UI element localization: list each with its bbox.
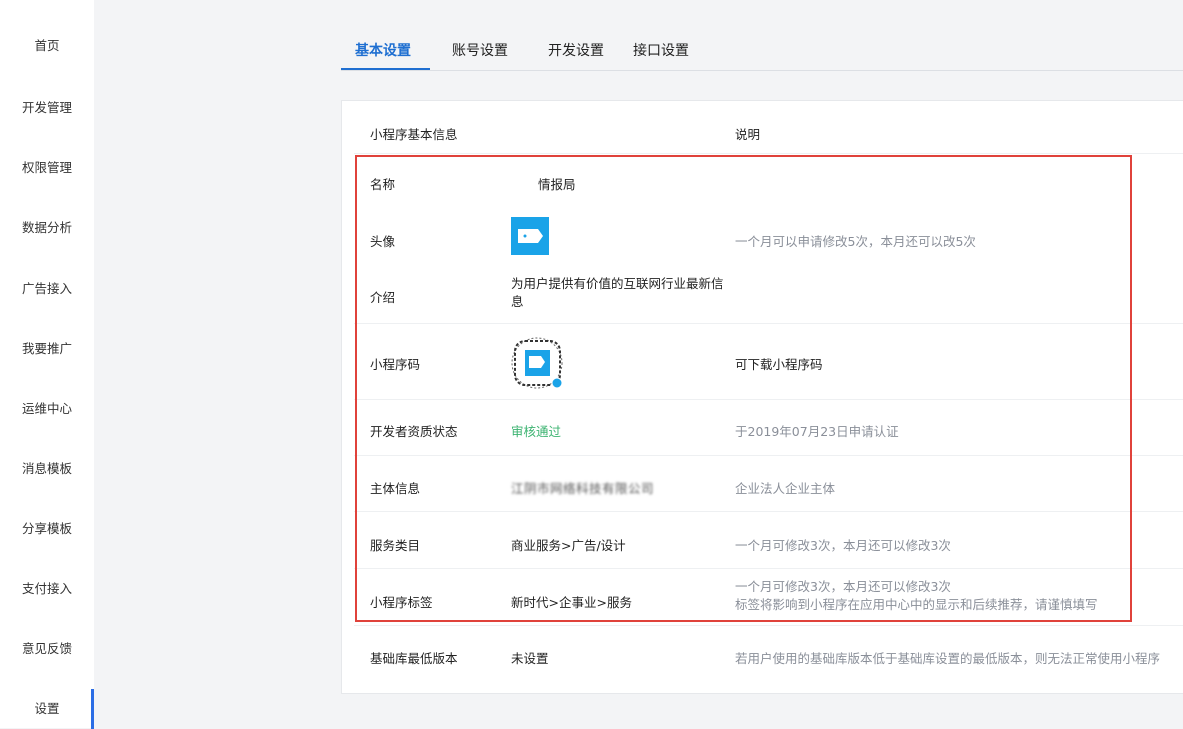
sidebar-item-feedback[interactable]: 意见反馈 [0, 635, 94, 663]
qualification-note: 于2019年07月23日申请认证 [735, 424, 899, 439]
row-label-service: 服务类目 [370, 538, 421, 553]
sidebar-item-promotion[interactable]: 我要推广 [0, 335, 94, 363]
row-label-name: 名称 [370, 177, 396, 192]
tags-note-line1: 一个月可修改3次，本月还可以修改3次 [735, 579, 951, 594]
row-label-qualification: 开发者资质状态 [370, 424, 458, 439]
active-tab-indicator [341, 68, 430, 70]
mini-program-code-icon[interactable] [511, 337, 564, 389]
sidebar-item-payment[interactable]: 支付接入 [0, 575, 94, 603]
baselib-note: 若用户使用的基础库版本低于基础库设置的最低版本，则无法正常使用小程序 [735, 651, 1161, 666]
tab-api-settings[interactable]: 接口设置 [633, 40, 689, 60]
divider [354, 153, 1183, 154]
divider [354, 323, 1183, 324]
divider [354, 568, 1183, 569]
settings-tabs: 基本设置 账号设置 开发设置 接口设置 [341, 30, 1183, 71]
sidebar-item-permissions[interactable]: 权限管理 [0, 154, 94, 182]
row-label-qrcode: 小程序码 [370, 357, 421, 372]
header-basic-info: 小程序基本信息 [370, 127, 458, 142]
divider [354, 625, 1183, 626]
sidebar-item-home[interactable]: 首页 [0, 32, 94, 60]
avatar-note: 一个月可以申请修改5次，本月还可以改5次 [735, 234, 976, 249]
subject-value: 江阴市网络科技有限公司 [511, 481, 655, 496]
divider [354, 511, 1183, 512]
sidebar-item-dev-management[interactable]: 开发管理 [0, 94, 94, 122]
row-label-baselib: 基础库最低版本 [370, 651, 458, 666]
divider [354, 399, 1183, 400]
basic-info-card: 小程序基本信息 说明 名称 情报局 头像 一个月可以申请修改5次，本月还可以改5… [341, 100, 1183, 694]
tab-account-settings[interactable]: 账号设置 [452, 40, 508, 60]
sidebar-item-ads[interactable]: 广告接入 [0, 275, 94, 303]
header-description: 说明 [735, 127, 761, 142]
chat-bubble-avatar-icon[interactable] [511, 217, 549, 255]
app-name-value: 情报局 [538, 177, 576, 192]
tab-basic-settings[interactable]: 基本设置 [355, 40, 411, 60]
baselib-value: 未设置 [511, 651, 549, 666]
tags-note-line2: 标签将影响到小程序在应用中心中的显示和后续推荐，请谨慎填写 [735, 597, 1098, 612]
sidebar-item-analytics[interactable]: 数据分析 [0, 214, 94, 242]
sidebar-item-message-templates[interactable]: 消息模板 [0, 455, 94, 483]
row-label-avatar: 头像 [370, 234, 396, 249]
row-label-tags: 小程序标签 [370, 595, 433, 610]
row-label-subject: 主体信息 [370, 481, 421, 496]
subject-note: 企业法人企业主体 [735, 481, 836, 496]
qrcode-note: 可下载小程序码 [735, 357, 823, 372]
intro-value: 为用户提供有价值的互联网行业最新信息 [511, 276, 724, 309]
qualification-status: 审核通过 [511, 424, 562, 439]
service-note: 一个月可修改3次，本月还可以修改3次 [735, 538, 951, 553]
row-label-intro: 介绍 [370, 290, 396, 305]
sidebar-item-operations[interactable]: 运维中心 [0, 395, 94, 423]
sidebar-item-settings[interactable]: 设置 [0, 689, 94, 729]
divider [354, 455, 1183, 456]
tab-dev-settings[interactable]: 开发设置 [548, 40, 604, 60]
sidebar-item-share-templates[interactable]: 分享模板 [0, 515, 94, 543]
tags-value: 新时代>企事业>服务 [511, 595, 632, 610]
service-value: 商业服务>广告/设计 [511, 538, 626, 553]
sidebar: 首页 开发管理 权限管理 数据分析 广告接入 我要推广 运维中心 消息模板 分享… [0, 0, 94, 729]
